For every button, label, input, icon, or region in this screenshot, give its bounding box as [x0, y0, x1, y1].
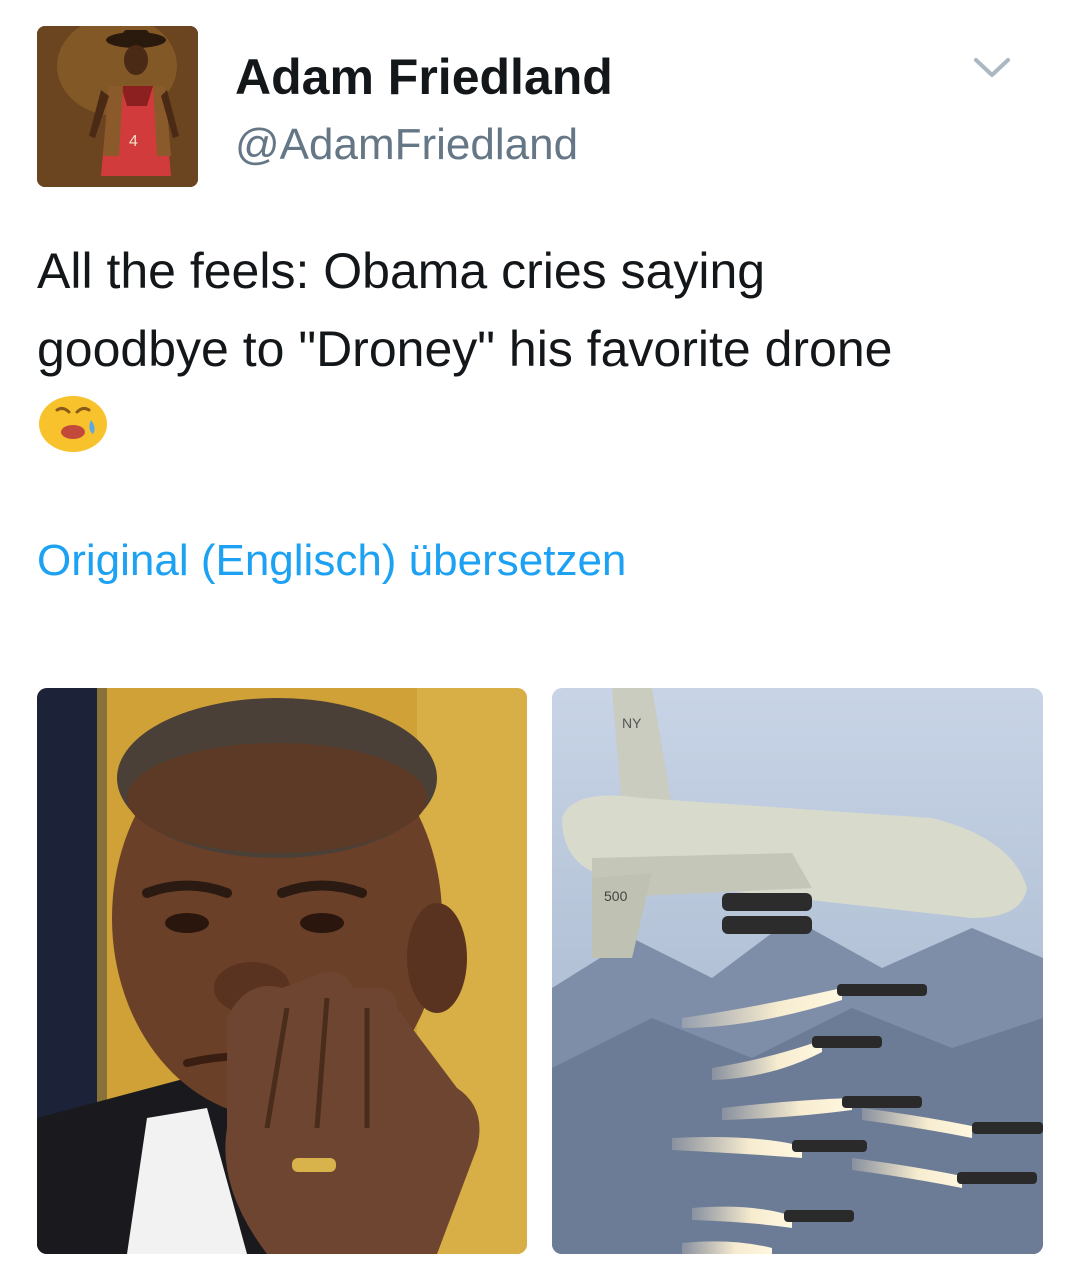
tweet-photo-2[interactable]: NY 500 — [552, 688, 1043, 1254]
avatar-image: 4 — [37, 26, 198, 187]
tweet-text-line-2: goodbye to "Droney" his favorite drone — [37, 321, 893, 377]
crying-man-photo — [37, 688, 527, 1254]
drone-tail-marking: NY — [622, 715, 642, 731]
chevron-down-icon[interactable] — [972, 56, 1012, 80]
tweet-photo-1[interactable] — [37, 688, 527, 1254]
avatar[interactable]: 4 — [37, 26, 198, 187]
sad-crying-face-emoji — [39, 396, 107, 452]
user-handle[interactable]: @AdamFriedland — [235, 120, 578, 170]
drone-number-marking: 500 — [604, 888, 628, 904]
drone-missiles-photo: NY 500 — [552, 688, 1043, 1254]
tweet-text: All the feels: Obama cries saying goodby… — [37, 232, 1047, 388]
translate-link[interactable]: Original (Englisch) übersetzen — [37, 536, 626, 586]
display-name[interactable]: Adam Friedland — [235, 48, 613, 106]
svg-text:4: 4 — [129, 133, 138, 150]
tweet-text-line-1: All the feels: Obama cries saying — [37, 243, 766, 299]
